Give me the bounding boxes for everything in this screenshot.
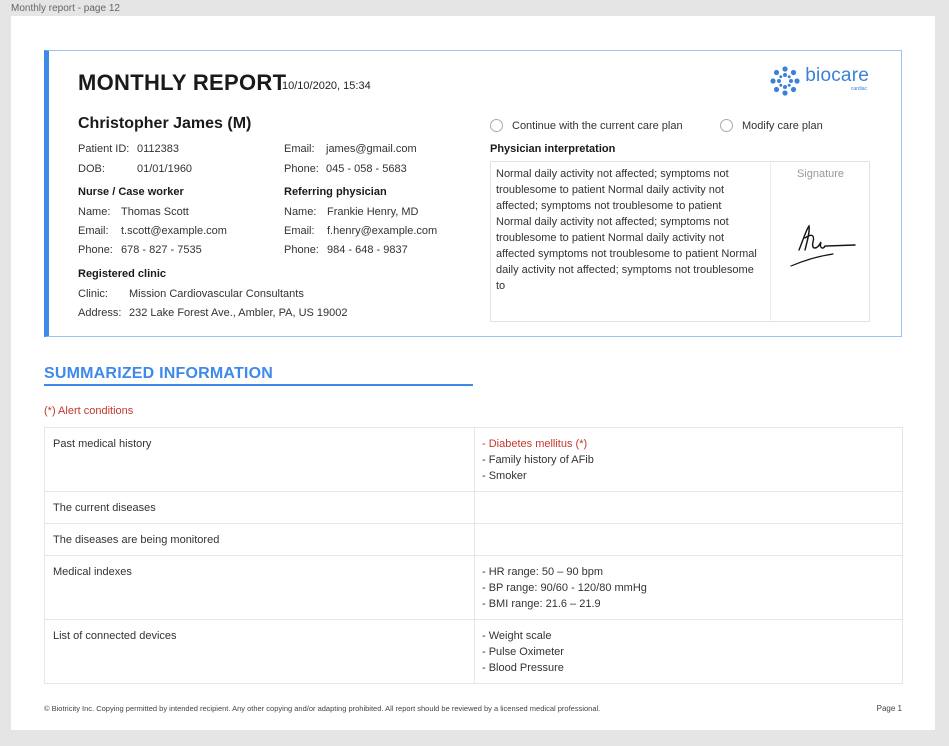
list-item: - Weight scale — [482, 630, 552, 642]
nurse-heading: Nurse / Case worker — [78, 186, 184, 198]
list-item: - Blood Pressure — [482, 662, 564, 674]
signature-area: Signature — [770, 162, 870, 321]
row-values: - HR range: 50 – 90 bpm - BP range: 90/60… — [474, 555, 903, 620]
table-row: Past medical history - Diabetes mellitus … — [44, 427, 903, 492]
report-page: MONTHLY REPORT 10/10/2020, 15:34 biocare… — [11, 16, 935, 730]
nurse-name-field: Name: Thomas Scott — [78, 206, 189, 218]
list-item: - BMI range: 21.6 – 21.9 — [482, 598, 601, 610]
patient-email-field: Email: james@gmail.com — [284, 143, 417, 155]
list-item: - Family history of AFib — [482, 454, 594, 466]
physician-phone-field: Phone: 984 - 648 - 9837 — [284, 244, 408, 256]
summary-underline — [44, 384, 473, 386]
list-item: - Smoker — [482, 470, 527, 482]
nurse-email-field: Email: t.scott@example.com — [78, 225, 227, 237]
nurse-phone-label: Phone: — [78, 244, 113, 256]
interpretation-box: Normal daily activity not affected; symp… — [490, 161, 870, 322]
logo-name: biocare — [805, 65, 869, 86]
clinic-name-field: Clinic: Mission Cardiovascular Consultan… — [78, 288, 304, 300]
row-values: - Weight scale - Pulse Oximeter - Blood Pr… — [474, 619, 903, 684]
physician-email-value: f.henry@example.com — [327, 225, 438, 237]
table-row: List of connected devices - Weight scale -… — [44, 619, 903, 684]
interpretation-heading: Physician interpretation — [490, 143, 616, 155]
patient-name: Christopher James (M) — [78, 115, 252, 132]
report-header-card: MONTHLY REPORT 10/10/2020, 15:34 biocare… — [44, 50, 902, 337]
modify-care-plan-label: Modify care plan — [742, 119, 823, 132]
row-label: List of connected devices — [44, 619, 475, 684]
row-values: - Diabetes mellitus (*) - Family history … — [474, 427, 903, 492]
patient-id-label: Patient ID: — [78, 143, 130, 155]
patient-email-label: Email: — [284, 143, 315, 155]
physician-name-field: Name: Frankie Henry, MD — [284, 206, 418, 218]
nurse-email-label: Email: — [78, 225, 109, 237]
patient-id-field: Patient ID: 0112383 — [78, 143, 179, 155]
clinic-heading: Registered clinic — [78, 268, 167, 280]
biocare-logo-icon — [770, 66, 800, 96]
nurse-name-value: Thomas Scott — [121, 206, 189, 218]
alert-conditions-note: (*) Alert conditions — [44, 405, 134, 417]
patient-phone-label: Phone: — [284, 163, 319, 175]
physician-name-label: Name: — [284, 206, 317, 218]
interpretation-text: Normal daily activity not affected; symp… — [496, 168, 757, 292]
row-values — [474, 491, 903, 524]
signature-icon — [790, 224, 856, 267]
list-item: - Diabetes mellitus (*) — [482, 438, 588, 450]
biocare-logo: biocare cardiac — [769, 65, 869, 97]
patient-phone-value: 045 - 058 - 5683 — [326, 163, 407, 175]
nurse-email-value: t.scott@example.com — [121, 225, 227, 237]
clinic-name-value: Mission Cardiovascular Consultants — [129, 288, 304, 300]
patient-dob-field: DOB: 01/01/1960 — [78, 163, 192, 175]
table-row: The diseases are being monitored — [44, 523, 903, 556]
physician-name-value: Frankie Henry, MD — [327, 206, 419, 218]
frame-label: Monthly report - page 12 — [11, 3, 120, 14]
nurse-name-label: Name: — [78, 206, 111, 218]
row-values — [474, 523, 903, 556]
row-label: Medical indexes — [44, 555, 475, 620]
patient-id-value: 0112383 — [137, 143, 180, 155]
table-row: The current diseases — [44, 491, 903, 524]
report-title: MONTHLY REPORT — [78, 70, 287, 95]
nurse-phone-field: Phone: 678 - 827 - 7535 — [78, 244, 202, 256]
nurse-phone-value: 678 - 827 - 7535 — [121, 244, 202, 256]
physician-email-label: Email: — [284, 225, 315, 237]
logo-sub: cardiac — [850, 86, 867, 92]
list-item: - Pulse Oximeter — [482, 646, 564, 658]
row-label: The diseases are being monitored — [44, 523, 475, 556]
radio-circle-icon[interactable] — [720, 119, 733, 132]
signature-label: Signature — [796, 168, 845, 180]
clinic-name-label: Clinic: — [78, 288, 108, 300]
list-item: - HR range: 50 – 90 bpm — [482, 566, 604, 578]
patient-dob-value: 01/01/1960 — [137, 163, 193, 175]
footer-copyright: © Biotricity Inc. Copying permitted by i… — [44, 704, 601, 713]
page-number: Page 1 — [876, 704, 902, 713]
summary-table: Past medical history - Diabetes mellitus … — [44, 427, 903, 684]
patient-phone-field: Phone: 045 - 058 - 5683 — [284, 163, 407, 175]
patient-dob-label: DOB: — [78, 163, 105, 175]
summary-title: SUMMARIZED INFORMATION — [44, 365, 273, 382]
physician-phone-label: Phone: — [284, 244, 319, 256]
physician-heading: Referring physician — [284, 186, 387, 198]
continue-care-plan-radio[interactable]: Continue with the current care plan — [490, 119, 683, 132]
row-label: The current diseases — [44, 491, 475, 524]
report-datetime: 10/10/2020, 15:34 — [282, 80, 371, 92]
patient-email-value: james@gmail.com — [326, 143, 417, 155]
continue-care-plan-label: Continue with the current care plan — [512, 119, 683, 132]
modify-care-plan-radio[interactable]: Modify care plan — [720, 119, 823, 132]
radio-circle-icon[interactable] — [490, 119, 503, 132]
table-row: Medical indexes - HR range: 50 – 90 bpm - … — [44, 555, 903, 620]
physician-email-field: Email: f.henry@example.com — [284, 225, 437, 237]
list-item: - BP range: 90/60 - 120/80 mmHg — [482, 582, 647, 594]
clinic-address-field: Address: 232 Lake Forest Ave., Ambler, P… — [78, 307, 348, 319]
clinic-address-value: 232 Lake Forest Ave., Ambler, PA, US 190… — [129, 307, 348, 319]
clinic-address-label: Address: — [78, 307, 122, 319]
row-label: Past medical history — [44, 427, 475, 492]
physician-phone-value: 984 - 648 - 9837 — [327, 244, 408, 256]
